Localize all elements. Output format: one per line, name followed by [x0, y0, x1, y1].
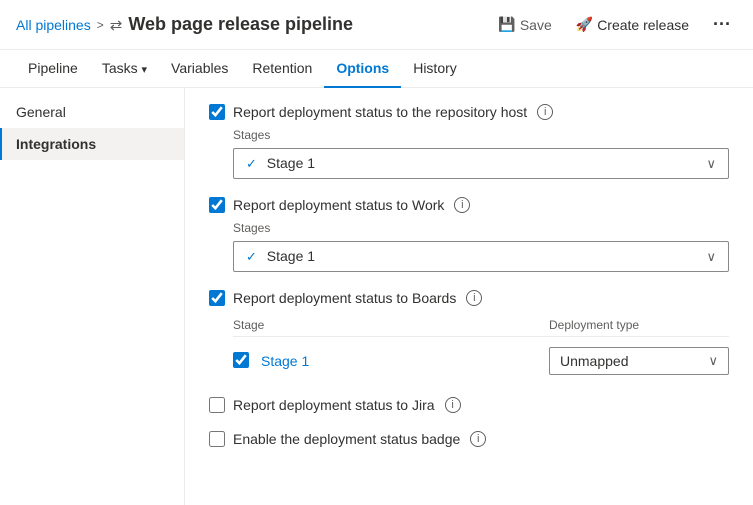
tab-pipeline[interactable]: Pipeline: [16, 50, 90, 88]
tab-variables[interactable]: Variables: [159, 50, 240, 88]
nav-tabs: Pipeline Tasks ▾ Variables Retention Opt…: [0, 50, 753, 88]
breadcrumb-separator: >: [97, 18, 104, 32]
work-info-icon[interactable]: i: [454, 197, 470, 213]
create-release-button[interactable]: 🚀 Create release: [570, 12, 695, 37]
top-actions: 💾 Save 🚀 Create release ···: [492, 10, 737, 39]
badge-label: Enable the deployment status badge: [233, 431, 460, 447]
repo-host-stages-dropdown[interactable]: ✓ Stage 1 ∨: [233, 148, 729, 179]
badge-info-icon[interactable]: i: [470, 431, 486, 447]
repo-host-label: Report deployment status to the reposito…: [233, 104, 527, 120]
boards-info-icon[interactable]: i: [466, 290, 482, 306]
rocket-icon: 🚀: [576, 16, 593, 33]
table-row: Stage 1 Unmapped ∨: [233, 343, 729, 379]
work-stages-dropdown[interactable]: ✓ Stage 1 ∨: [233, 241, 729, 272]
work-label: Report deployment status to Work: [233, 197, 444, 213]
repo-host-info-icon[interactable]: i: [537, 104, 553, 120]
jira-checkbox-row: Report deployment status to Jira i: [209, 397, 729, 413]
pipeline-icon: ⇄: [110, 16, 123, 34]
boards-row-stage: Stage 1: [261, 353, 541, 369]
deployment-type-dropdown[interactable]: Unmapped ∨: [549, 347, 729, 375]
boards-label: Report deployment status to Boards: [233, 290, 456, 306]
main-content: Report deployment status to the reposito…: [185, 88, 753, 505]
boards-table: Stage Deployment type Stage 1 Unmapped ∨: [233, 314, 729, 379]
save-button[interactable]: 💾 Save: [492, 12, 557, 37]
chevron-down-icon: ∨: [706, 156, 716, 172]
repo-host-checkbox[interactable]: [209, 104, 225, 120]
work-checkbox[interactable]: [209, 197, 225, 213]
badge-checkbox[interactable]: [209, 431, 225, 447]
chevron-down-icon-2: ∨: [706, 249, 716, 265]
repo-host-checkbox-row: Report deployment status to the reposito…: [209, 104, 729, 120]
col-type-header: Deployment type: [549, 318, 729, 332]
sidebar-item-integrations[interactable]: Integrations: [0, 128, 184, 160]
check-icon: ✓: [246, 156, 257, 171]
repo-host-stages-label: Stages: [233, 128, 729, 142]
jira-checkbox[interactable]: [209, 397, 225, 413]
breadcrumb: All pipelines > ⇄ Web page release pipel…: [16, 14, 492, 35]
badge-checkbox-row: Enable the deployment status badge i: [209, 431, 729, 447]
layout: General Integrations Report deployment s…: [0, 88, 753, 505]
tab-tasks[interactable]: Tasks ▾: [90, 50, 159, 88]
work-checkbox-row: Report deployment status to Work i: [209, 197, 729, 213]
save-icon: 💾: [498, 16, 515, 33]
section-work: Report deployment status to Work i Stage…: [209, 197, 729, 272]
page-title: Web page release pipeline: [128, 14, 353, 35]
deployment-type-value: Unmapped: [560, 353, 629, 369]
check-icon-2: ✓: [246, 249, 257, 264]
tab-options[interactable]: Options: [324, 50, 401, 88]
chevron-down-icon-3: ∨: [708, 353, 718, 369]
section-repo-host: Report deployment status to the reposito…: [209, 104, 729, 179]
top-bar: All pipelines > ⇄ Web page release pipel…: [0, 0, 753, 50]
col-stage-header: Stage: [233, 318, 549, 332]
jira-label: Report deployment status to Jira: [233, 397, 435, 413]
tab-history[interactable]: History: [401, 50, 469, 88]
sidebar-item-general[interactable]: General: [0, 96, 184, 128]
work-stages-label: Stages: [233, 221, 729, 235]
jira-info-icon[interactable]: i: [445, 397, 461, 413]
all-pipelines-link[interactable]: All pipelines: [16, 17, 91, 33]
tab-retention[interactable]: Retention: [240, 50, 324, 88]
boards-row-checkbox[interactable]: [233, 352, 249, 368]
boards-row-type: Unmapped ∨: [549, 347, 729, 375]
section-badge: Enable the deployment status badge i: [209, 431, 729, 447]
section-boards: Report deployment status to Boards i Sta…: [209, 290, 729, 379]
more-options-button[interactable]: ···: [707, 10, 737, 39]
sidebar: General Integrations: [0, 88, 185, 505]
tasks-chevron-icon: ▾: [142, 64, 148, 76]
boards-checkbox[interactable]: [209, 290, 225, 306]
section-jira: Report deployment status to Jira i: [209, 397, 729, 413]
boards-table-header: Stage Deployment type: [233, 314, 729, 337]
boards-checkbox-row: Report deployment status to Boards i: [209, 290, 729, 306]
